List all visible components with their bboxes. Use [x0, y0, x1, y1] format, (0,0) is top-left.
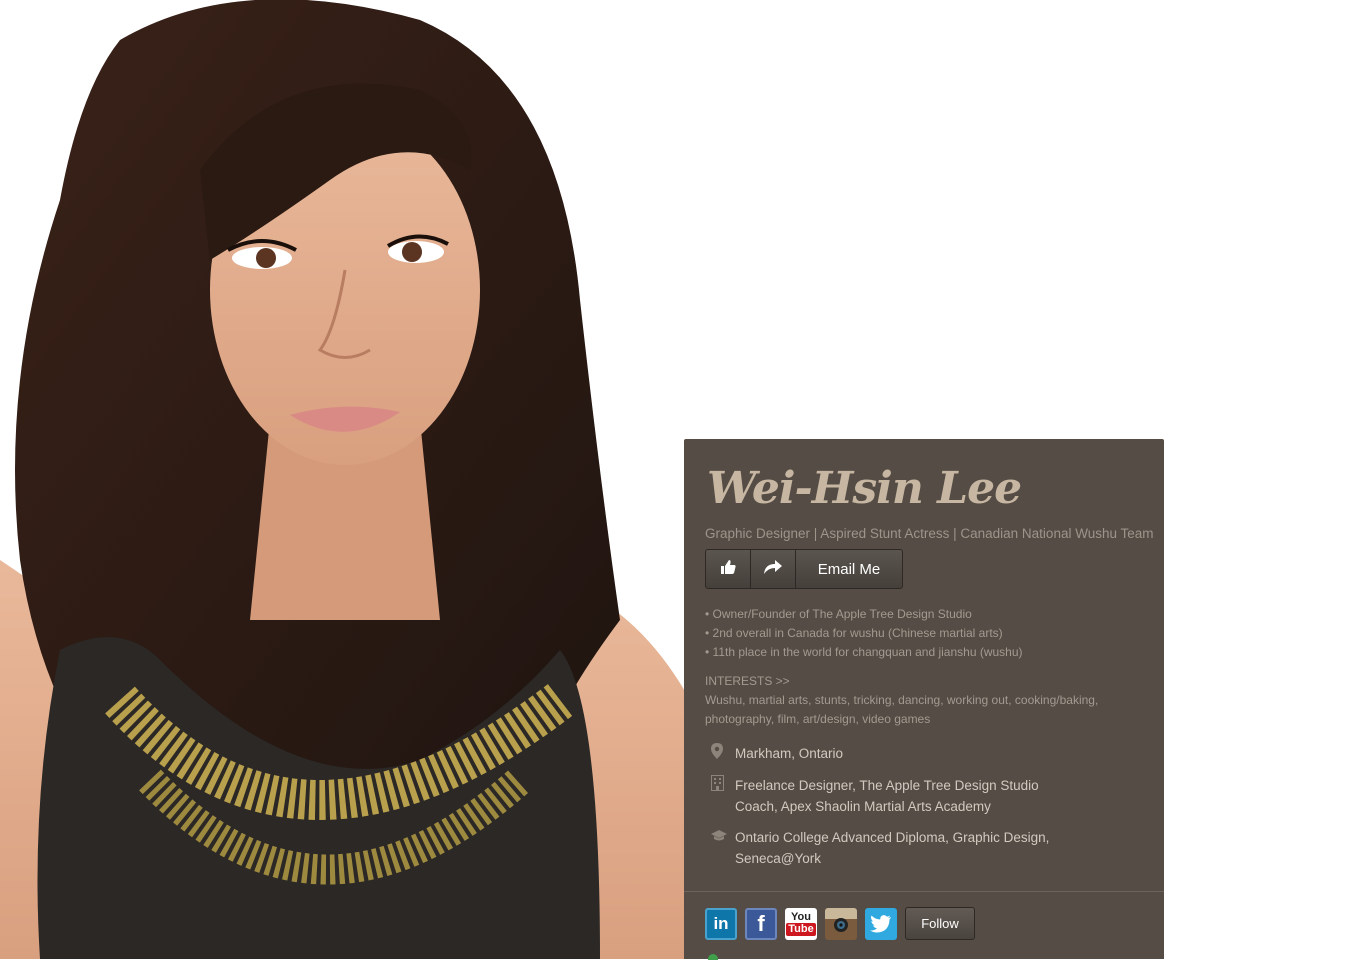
education-line: Ontario College Advanced Diploma, Graphi…	[735, 830, 1050, 845]
share-arrow-icon	[763, 559, 783, 580]
interests-heading: INTERESTS >>	[705, 674, 790, 688]
map-pin-icon	[705, 743, 735, 765]
bird-icon	[870, 914, 891, 932]
profile-bullets: • Owner/Founder of The Apple Tree Design…	[705, 605, 1143, 662]
thumbs-up-icon	[719, 558, 737, 581]
profile-card: Wei-Hsin Lee Graphic Designer | Aspired …	[684, 439, 1164, 960]
education-line: Seneca@York	[735, 851, 822, 866]
linkedin-text: in	[713, 913, 729, 933]
instagram-icon[interactable]	[825, 907, 857, 940]
bullet-item: • 2nd overall in Canada for wushu (Chine…	[705, 626, 1003, 640]
location-row: Markham, Ontario	[705, 743, 1143, 765]
camera-lens-icon	[834, 917, 848, 932]
profile-facts: Markham, Ontario Freelance Designer, The…	[705, 743, 1143, 869]
email-me-button[interactable]: Email Me	[796, 550, 902, 588]
youtube-icon[interactable]: You Tube	[785, 907, 817, 940]
profile-background-photo	[0, 0, 700, 959]
profile-name: Wei-Hsin Lee	[707, 463, 1022, 514]
like-button[interactable]	[706, 550, 751, 588]
facebook-icon[interactable]: f	[745, 907, 777, 940]
graduation-cap-icon	[705, 827, 735, 869]
bullet-item: • 11th place in the world for changquan …	[705, 645, 1023, 659]
location-text: Markham, Ontario	[735, 746, 844, 761]
social-links: in f You Tube Follow	[705, 907, 975, 940]
interests-text: Wushu, martial arts, stunts, tricking, d…	[705, 693, 1099, 726]
action-button-group: Email Me	[705, 549, 903, 589]
twitter-icon[interactable]	[865, 907, 897, 940]
bullet-item: • Owner/Founder of The Apple Tree Design…	[705, 607, 972, 621]
share-button[interactable]	[751, 550, 796, 588]
building-icon	[705, 775, 735, 817]
work-line: Freelance Designer, The Apple Tree Desig…	[735, 778, 1039, 793]
work-row: Freelance Designer, The Apple Tree Desig…	[705, 775, 1143, 817]
youtube-text-bottom: Tube	[786, 923, 816, 936]
education-row: Ontario College Advanced Diploma, Graphi…	[705, 827, 1143, 869]
work-line: Coach, Apex Shaolin Martial Arts Academy	[735, 799, 991, 814]
status-indicator	[708, 954, 718, 960]
youtube-text-top: You	[791, 911, 811, 923]
card-divider	[684, 891, 1164, 892]
linkedin-icon[interactable]: in	[705, 907, 737, 940]
follow-button[interactable]: Follow	[905, 907, 975, 940]
facebook-text: f	[757, 910, 765, 936]
profile-tagline: Graphic Designer | Aspired Stunt Actress…	[705, 526, 1154, 541]
